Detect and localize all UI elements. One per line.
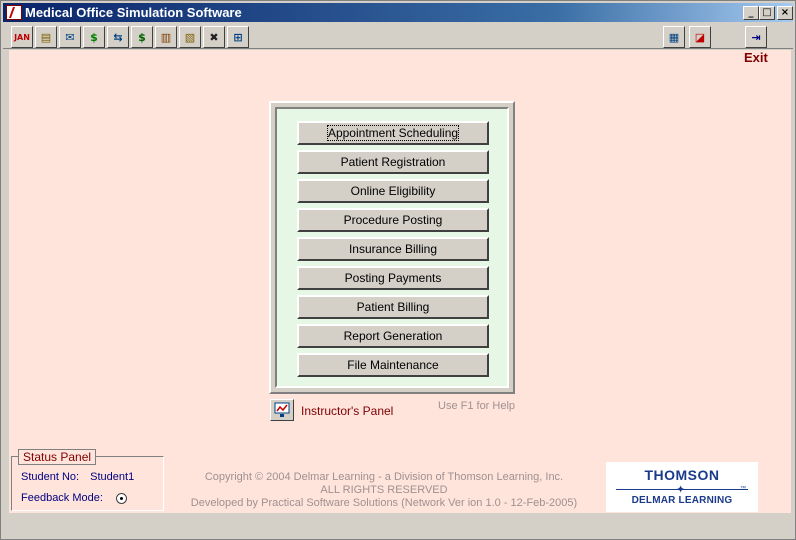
student-row: Student No: Student1	[21, 471, 134, 483]
main-menu-inner: Appointment Scheduling Patient Registrati…	[275, 107, 509, 388]
help-hint: Use F1 for Help	[438, 400, 516, 412]
payments-button[interactable]: $	[131, 26, 153, 48]
exit-label[interactable]: Exit	[744, 50, 768, 65]
appointment-scheduling-label: Appointment Scheduling	[326, 125, 460, 141]
exit-door-icon: ⇥	[751, 30, 761, 44]
status-panel-title: Status Panel	[18, 449, 97, 465]
rights-line: ALL RIGHTS RESERVED	[320, 484, 448, 496]
exit-button[interactable]: ⇥	[745, 26, 767, 48]
student-label: Student No:	[21, 471, 80, 483]
insurance-billing-label: Insurance Billing	[348, 242, 438, 256]
billing-button[interactable]: ▥	[155, 26, 177, 48]
patient-billing-label: Patient Billing	[356, 300, 430, 314]
report-generation-label: Report Generation	[343, 329, 443, 343]
payments-icon: $	[138, 30, 146, 44]
tools-icon: ✖	[209, 30, 219, 44]
calendar-icon: JAN	[14, 32, 30, 42]
copyright-line: Copyright © 2004 Delmar Learning - a Div…	[204, 471, 564, 483]
instructor-button[interactable]: ⊞	[227, 26, 249, 48]
window-title: Medical Office Simulation Software	[25, 5, 242, 20]
main-area: Exit Appointment Scheduling Patient Regis…	[9, 50, 791, 513]
feedback-mode-radio[interactable]	[116, 492, 127, 504]
patient-folder-button[interactable]: ▤	[35, 26, 57, 48]
toolbar: JAN ▤ ✉ $ ⇆ $ ▥ ▧ ✖ ⊞ ▦ ◪ ⇥	[3, 23, 793, 49]
instructor-panel-label[interactable]: Instructor's Panel	[301, 404, 393, 418]
online-eligibility-label: Online Eligibility	[350, 184, 436, 198]
online-eligibility-button[interactable]: Online Eligibility	[297, 179, 489, 203]
dollar-icon: $	[90, 30, 98, 44]
transfer-icon: ⇆	[113, 30, 123, 44]
patient-billing-button[interactable]: Patient Billing	[297, 295, 489, 319]
patient-folder-icon: ▤	[40, 30, 52, 44]
logo-delmar-text: DELMAR LEARNING	[631, 495, 733, 506]
appointment-scheduling-button[interactable]: Appointment Scheduling	[297, 121, 489, 145]
copyright-block: Copyright © 2004 Delmar Learning - a Div…	[189, 471, 579, 510]
instructor-icon	[274, 402, 290, 417]
feedback-label: Feedback Mode:	[21, 492, 103, 504]
tools-button[interactable]: ✖	[203, 26, 225, 48]
title-bar[interactable]: Medical Office Simulation Software _ □ ×	[3, 3, 793, 22]
calculator-button[interactable]: ▦	[663, 26, 685, 48]
dollar-button[interactable]: $	[83, 26, 105, 48]
instructor-icon: ⊞	[233, 30, 243, 44]
procedure-posting-label: Procedure Posting	[343, 213, 443, 227]
calculator-icon: ▦	[668, 30, 680, 44]
insurance-billing-button[interactable]: Insurance Billing	[297, 237, 489, 261]
logo-trademark: ™	[740, 486, 746, 492]
transfer-button[interactable]: ⇆	[107, 26, 129, 48]
logo-thomson-text: THOMSON	[644, 467, 720, 483]
patient-registration-label: Patient Registration	[340, 155, 446, 169]
reports-icon: ▧	[184, 30, 196, 44]
developer-line: Developed by Practical Software Solution…	[190, 497, 578, 509]
procedure-posting-button[interactable]: Procedure Posting	[297, 208, 489, 232]
app-icon[interactable]	[6, 5, 22, 20]
instructor-panel-button[interactable]	[270, 399, 294, 421]
windows-button[interactable]: ◪	[689, 26, 711, 48]
thomson-delmar-logo: THOMSON ✦ DELMAR LEARNING ™	[606, 462, 758, 512]
eligibility-icon: ✉	[65, 30, 75, 44]
eligibility-button[interactable]: ✉	[59, 26, 81, 48]
close-button[interactable]: ×	[777, 6, 793, 20]
billing-icon: ▥	[160, 30, 172, 44]
report-generation-button[interactable]: Report Generation	[297, 324, 489, 348]
minimize-button[interactable]: _	[743, 6, 759, 20]
posting-payments-button[interactable]: Posting Payments	[297, 266, 489, 290]
windows-icon: ◪	[694, 30, 706, 44]
main-menu-panel: Appointment Scheduling Patient Registrati…	[269, 101, 515, 394]
posting-payments-label: Posting Payments	[344, 271, 442, 285]
student-value: Student1	[90, 471, 135, 483]
maximize-button[interactable]: □	[759, 6, 775, 20]
calendar-button[interactable]: JAN	[11, 26, 33, 48]
reports-button[interactable]: ▧	[179, 26, 201, 48]
file-maintenance-label: File Maintenance	[347, 358, 439, 372]
patient-registration-button[interactable]: Patient Registration	[297, 150, 489, 174]
feedback-row: Feedback Mode:	[21, 492, 127, 504]
file-maintenance-button[interactable]: File Maintenance	[297, 353, 489, 377]
status-panel: Status Panel Student No: Student1 Feedba…	[11, 449, 164, 511]
app-window: Medical Office Simulation Software _ □ ×…	[0, 0, 796, 540]
